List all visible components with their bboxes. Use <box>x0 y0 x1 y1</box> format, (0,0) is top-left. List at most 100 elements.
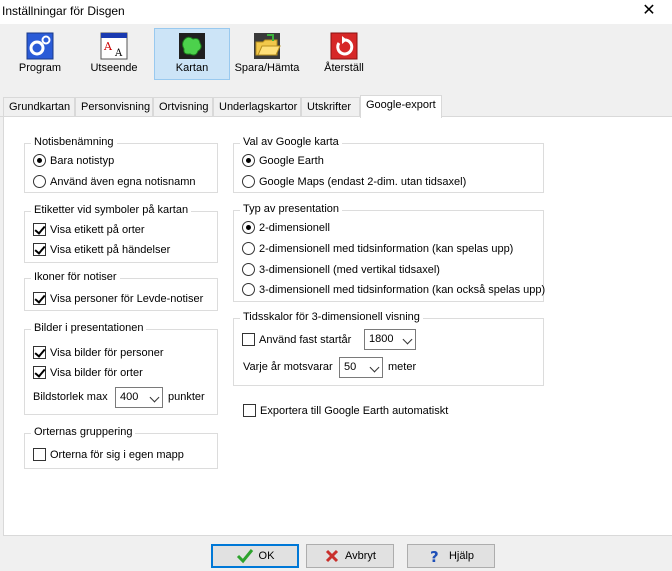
radio-2d[interactable] <box>242 221 255 234</box>
tab-personvisning[interactable]: Personvisning <box>75 97 153 117</box>
toolbar-aterstall-button[interactable]: Återställ <box>316 28 372 80</box>
toolbar-spara-label: Spara/Hämta <box>234 62 300 74</box>
etiketter-legend: Etiketter vid symboler på kartan <box>31 204 192 216</box>
per-year-value: 50 <box>344 361 357 373</box>
radio-egna-notisnamn[interactable] <box>33 175 46 188</box>
close-icon[interactable]: ✕ <box>626 0 672 24</box>
startar-select[interactable]: 1800 <box>364 329 416 350</box>
toolbar-program-button[interactable]: Program <box>14 28 66 80</box>
notis-legend: Notisbenämning <box>31 136 117 148</box>
pres-3d-row[interactable]: 3-dimensionell (med vertikal tidsaxel) <box>242 263 440 276</box>
checkbox-bilder-orter[interactable] <box>33 366 46 379</box>
karta-legend: Val av Google karta <box>240 136 342 148</box>
bilder-orter-row[interactable]: Visa bilder för orter <box>33 366 143 379</box>
per-year-label: Varje år motsvarar <box>243 361 333 373</box>
bildstorlek-value: 400 <box>120 391 139 403</box>
notis-option-egna[interactable]: Använd även egna notisnamn <box>33 175 196 188</box>
tab-google-export[interactable]: Google-export <box>360 95 442 118</box>
map-icon <box>179 33 205 59</box>
levde-notiser-row[interactable]: Visa personer för Levde-notiser <box>33 292 203 305</box>
checkbox-label: Visa bilder för orter <box>50 366 143 379</box>
tidsskalor-group: Tidsskalor för 3-dimensionell visning An… <box>233 311 544 386</box>
title-bar: Inställningar för Disgen ✕ <box>0 0 672 24</box>
radio-bara-notistyp[interactable] <box>33 154 46 167</box>
toolbar-utseende-button[interactable]: A A Utseende <box>86 28 142 80</box>
cancel-button[interactable]: Avbryt <box>306 544 394 568</box>
etiketter-group: Etiketter vid symboler på kartan Visa et… <box>24 204 218 263</box>
egen-mapp-row[interactable]: Orterna för sig i egen mapp <box>33 448 184 461</box>
etikett-handelser-row[interactable]: Visa etikett på händelser <box>33 243 170 256</box>
reset-icon <box>330 32 358 60</box>
ikoner-legend: Ikoner för notiser <box>31 271 120 283</box>
startar-value: 1800 <box>369 333 394 345</box>
bilder-personer-row[interactable]: Visa bilder för personer <box>33 346 164 359</box>
radio-3d[interactable] <box>242 263 255 276</box>
toolbar-utseende-label: Utseende <box>90 62 138 74</box>
ok-button[interactable]: OK <box>211 544 299 568</box>
radio-label: 3-dimensionell (med vertikal tidsaxel) <box>259 263 440 276</box>
radio-google-earth[interactable] <box>242 154 255 167</box>
checkbox-label: Visa etikett på händelser <box>50 243 171 256</box>
tab-ortvisning[interactable]: Ortvisning <box>153 97 213 117</box>
per-year-select[interactable]: 50 <box>339 357 383 378</box>
checkbox-etikett-orter[interactable] <box>33 223 46 236</box>
svg-text:?: ? <box>430 548 439 564</box>
pres-2d-tid-row[interactable]: 2-dimensionell med tidsinformation (kan … <box>242 242 513 255</box>
gruppering-legend: Orternas gruppering <box>31 426 136 438</box>
per-year-unit: meter <box>388 361 417 373</box>
toolbar-kartan-label: Kartan <box>175 62 209 74</box>
checkmark-icon <box>236 549 253 564</box>
notis-option-bara[interactable]: Bara notistyp <box>33 154 114 167</box>
pres-3d-tid-row[interactable]: 3-dimensionell med tidsinformation (kan … <box>242 283 545 296</box>
checkbox-label: Exportera till Google Earth automatiskt <box>260 404 449 417</box>
tab-grundkartan[interactable]: Grundkartan <box>3 97 75 117</box>
gruppering-group: Orternas gruppering Orterna för sig i eg… <box>24 426 218 469</box>
bilder-legend: Bilder i presentationen <box>31 322 147 334</box>
pres-2d-row[interactable]: 2-dimensionell <box>242 221 330 234</box>
radio-label: Använd även egna notisnamn <box>50 175 196 188</box>
toolbar-kartan-button[interactable]: Kartan <box>154 28 230 80</box>
cancel-x-icon <box>325 549 339 563</box>
gear-icon <box>26 32 54 60</box>
category-toolbar: Program A A Utseende Kartan Spara/Hämta <box>0 24 672 86</box>
bilder-group: Bilder i presentationen Visa bilder för … <box>24 322 218 415</box>
ikoner-group: Ikoner för notiser Visa personer för Lev… <box>24 271 218 311</box>
tab-utskrifter[interactable]: Utskrifter <box>301 97 360 117</box>
toolbar-spara-button[interactable]: Spara/Hämta <box>232 28 302 80</box>
tab-underlagskartor[interactable]: Underlagskartor <box>213 97 301 117</box>
folder-icon <box>254 33 281 59</box>
chevron-down-icon <box>402 334 413 345</box>
radio-2d-tid[interactable] <box>242 242 255 255</box>
ok-label: OK <box>258 550 275 562</box>
tab-strip: Grundkartan Personvisning Ortvisning Und… <box>0 95 672 118</box>
bildstorlek-unit: punkter <box>168 391 205 403</box>
checkbox-bilder-personer[interactable] <box>33 346 46 359</box>
radio-google-maps[interactable] <box>242 175 255 188</box>
google-earth-row[interactable]: Google Earth <box>242 154 324 167</box>
help-button[interactable]: ? Hjälp <box>407 544 495 568</box>
svg-text:A: A <box>103 40 113 53</box>
checkbox-export-auto[interactable] <box>243 404 256 417</box>
checkbox-levde-notiser[interactable] <box>33 292 46 305</box>
checkbox-label: Visa etikett på orter <box>50 223 145 236</box>
export-auto-row[interactable]: Exportera till Google Earth automatiskt <box>243 404 448 417</box>
radio-label: Bara notistyp <box>50 154 115 167</box>
chevron-down-icon <box>149 392 160 403</box>
window-title: Inställningar för Disgen <box>2 4 125 18</box>
bildstorlek-select[interactable]: 400 <box>115 387 163 408</box>
dialog-footer: OK Avbryt ? Hjälp <box>0 536 672 571</box>
help-label: Hjälp <box>448 550 475 562</box>
chevron-down-icon <box>369 362 380 373</box>
google-export-panel: Notisbenämning Bara notistyp Använd även… <box>3 116 672 536</box>
checkbox-etikett-handelser[interactable] <box>33 243 46 256</box>
checkbox-fast-startar[interactable] <box>242 333 255 346</box>
notis-group: Notisbenämning Bara notistyp Använd även… <box>24 136 218 193</box>
fast-startar-row[interactable]: Använd fast startår <box>242 333 351 346</box>
font-icon: A A <box>100 32 128 60</box>
google-maps-row[interactable]: Google Maps (endast 2-dim. utan tidsaxel… <box>242 175 466 188</box>
radio-3d-tid[interactable] <box>242 283 255 296</box>
radio-label: Google Earth <box>259 154 324 167</box>
checkbox-egen-mapp[interactable] <box>33 448 46 461</box>
etikett-orter-row[interactable]: Visa etikett på orter <box>33 223 145 236</box>
svg-text:A: A <box>114 48 123 59</box>
